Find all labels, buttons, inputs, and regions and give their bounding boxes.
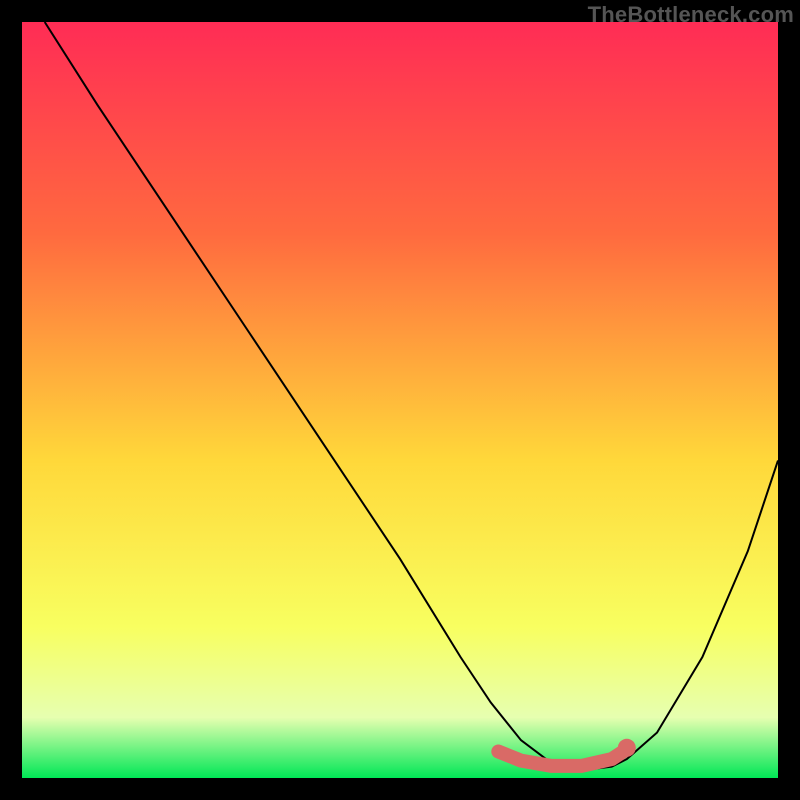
gradient-background bbox=[22, 22, 778, 778]
plot-area bbox=[22, 22, 778, 778]
marker-dot bbox=[618, 739, 636, 757]
watermark-text: TheBottleneck.com bbox=[588, 2, 794, 28]
plot-svg bbox=[22, 22, 778, 778]
chart-frame: TheBottleneck.com bbox=[0, 0, 800, 800]
